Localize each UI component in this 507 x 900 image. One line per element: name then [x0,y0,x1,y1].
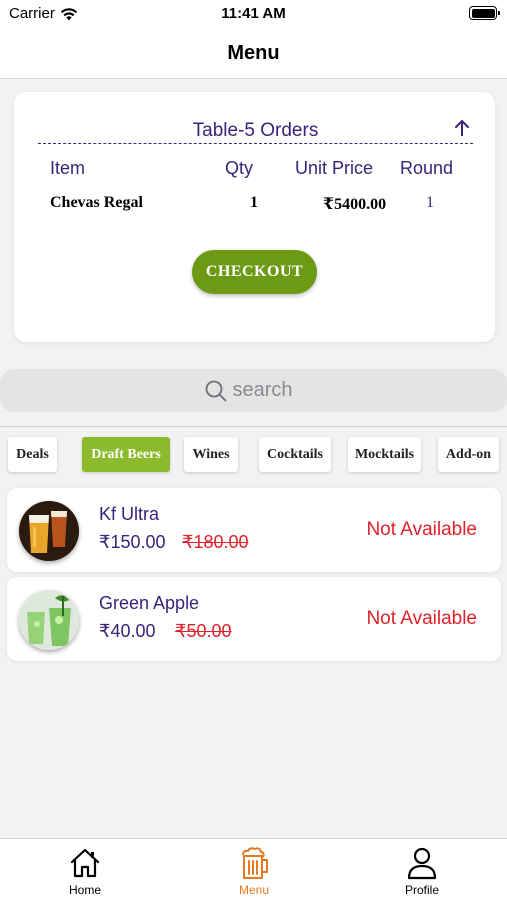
search-icon [205,380,226,401]
tab-home-label: Home [68,883,101,897]
green-drink-photo [19,590,79,650]
column-header-unit-price: Unit Price [295,158,374,178]
tab-profile[interactable]: Profile [382,845,462,899]
orders-title-row: Table-5 Orders [38,120,473,144]
list-item[interactable]: Green Apple ₹40.00 ₹50.00 Not Available [7,577,501,661]
order-item-unit-price: ₹5400.00 [323,196,387,213]
item-old-price: ₹50.00 [175,621,232,641]
divider [0,426,507,427]
status-time: 11:41 AM [221,5,286,22]
status-bar: Carrier 11:41 AM [0,0,507,28]
orders-card: Table-5 Orders Item Qty Unit Price Round… [14,92,495,342]
search-bar[interactable] [0,369,507,412]
checkout-button[interactable]: CHECKOUT [192,250,317,294]
availability-status: Not Available [366,608,477,629]
table-row: Chevas Regal 1 ₹5400.00 1 [50,194,470,214]
item-old-price: ₹180.00 [182,532,249,552]
beer-mug-icon [242,847,268,879]
list-item[interactable]: Kf Ultra ₹150.00 ₹180.00 Not Available [7,488,501,572]
nav-bar: Menu [0,28,507,79]
tab-mocktails[interactable]: Mocktails [348,437,421,472]
order-item-name: Chevas Regal [50,194,143,211]
arrow-up-icon[interactable] [453,118,471,138]
home-icon [70,848,100,878]
beer-glasses-photo [19,501,79,561]
tab-wines[interactable]: Wines [184,437,238,472]
tab-menu-label: Menu [238,883,270,897]
tab-cocktails[interactable]: Cocktails [259,437,331,472]
column-header-round: Round [400,158,454,178]
battery-icon [469,6,500,20]
page-title: Menu [227,41,280,64]
tab-draft-beers[interactable]: Draft Beers [82,437,170,472]
bottom-tab-bar: Home Menu Profile [0,838,507,900]
tab-profile-label: Profile [404,883,439,897]
column-header-item: Item [50,158,86,178]
tab-add-on[interactable]: Add-on [438,437,499,472]
item-name: Green Apple [99,593,200,613]
search-input[interactable] [232,379,303,402]
availability-status: Not Available [366,519,477,540]
tab-deals[interactable]: Deals [8,437,57,472]
tab-menu[interactable]: Menu [214,845,294,899]
item-name: Kf Ultra [99,504,160,524]
orders-title: Table-5 Orders [192,120,319,141]
tab-home[interactable]: Home [45,845,125,899]
item-price: ₹150.00 [99,532,166,552]
item-price: ₹40.00 [99,621,156,641]
orders-table-header: Item Qty Unit Price Round [50,158,470,180]
column-header-qty: Qty [225,158,254,178]
profile-icon [407,847,437,880]
order-item-round: 1 [426,194,434,211]
category-tabs: Deals Draft Beers Wines Cocktails Mockta… [0,437,507,473]
order-item-qty: 1 [250,194,258,211]
